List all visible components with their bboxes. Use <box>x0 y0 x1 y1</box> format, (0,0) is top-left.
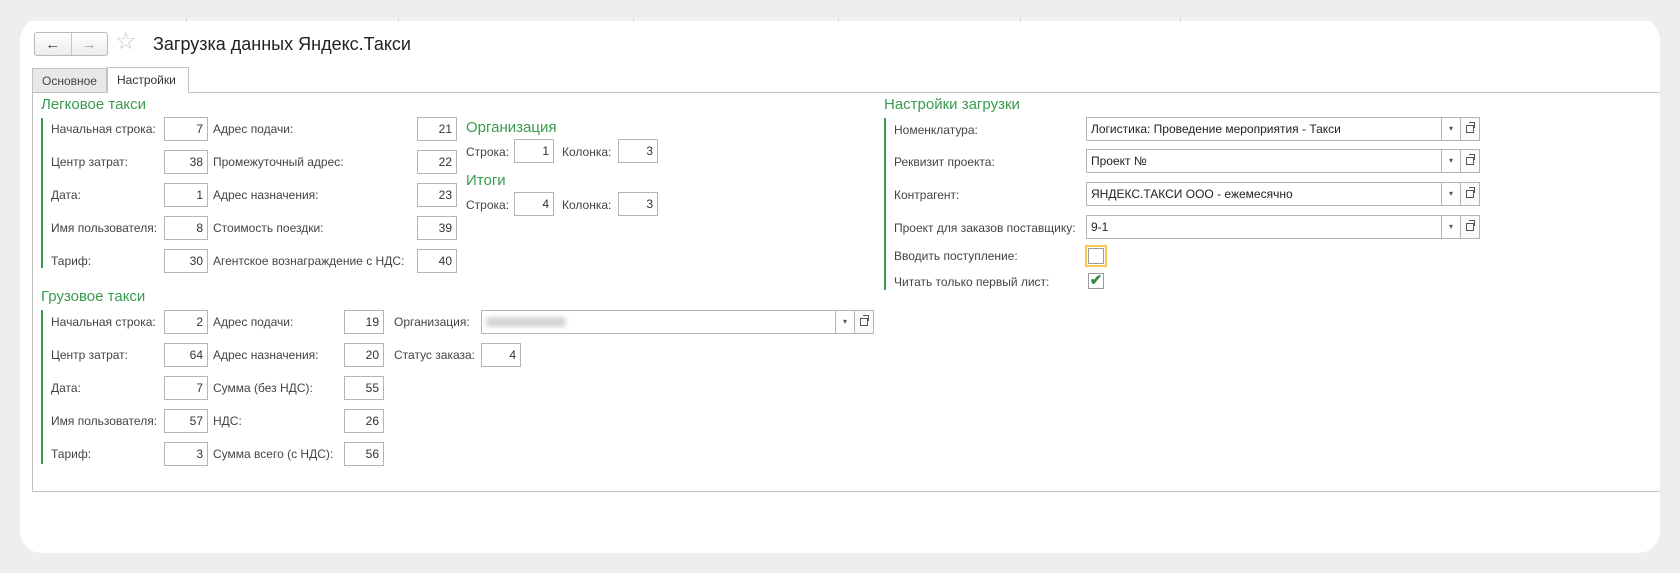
field-label: Дата: <box>51 381 81 395</box>
top-strip <box>20 18 1660 21</box>
field-label: Агентское вознаграждение с НДС: <box>213 254 405 268</box>
field-label: Стоимость поездки: <box>213 221 324 235</box>
field-label: Адрес назначения: <box>213 348 319 362</box>
field-label: Начальная строка: <box>51 122 156 136</box>
section-bar <box>884 118 886 290</box>
org-row-input[interactable]: 1 <box>514 139 554 163</box>
divider <box>186 18 187 22</box>
agent-fee-input[interactable]: 40 <box>417 249 457 273</box>
field-label: Номенклатура: <box>894 123 978 137</box>
forward-arrow-icon[interactable]: → <box>72 33 108 55</box>
open-form-icon[interactable] <box>1460 215 1480 239</box>
field-label: Вводить поступление: <box>894 249 1018 263</box>
enter-receipt-checkbox[interactable] <box>1085 245 1107 267</box>
field-label: Строка: <box>466 145 510 159</box>
destination-address-input[interactable]: 23 <box>417 183 457 207</box>
field-label: Промежуточный адрес: <box>213 155 344 169</box>
divider <box>398 18 399 22</box>
trip-cost-input[interactable]: 39 <box>417 216 457 240</box>
divider <box>1020 18 1021 22</box>
section-bar <box>41 118 43 268</box>
field-label: Центр затрат: <box>51 348 129 362</box>
tab-settings[interactable]: Настройки <box>107 67 189 93</box>
field-label: Сумма всего (с НДС): <box>213 447 334 461</box>
open-form-icon[interactable] <box>854 310 874 334</box>
section-title-totals: Итоги <box>466 172 506 189</box>
field-label: Адрес подачи: <box>213 315 294 329</box>
cargo-tariff-input[interactable]: 3 <box>164 442 208 466</box>
dropdown-arrow-icon[interactable]: ▾ <box>1441 149 1461 173</box>
cargo-amount-no-vat-input[interactable]: 55 <box>344 376 384 400</box>
field-label: Начальная строка: <box>51 315 156 329</box>
field-label: Адрес подачи: <box>213 122 294 136</box>
field-label: Имя пользователя: <box>51 221 158 235</box>
field-label: Тариф: <box>51 447 92 461</box>
cost-center-input[interactable]: 38 <box>164 150 208 174</box>
date-input[interactable]: 1 <box>164 183 208 207</box>
open-form-icon[interactable] <box>1460 149 1480 173</box>
field-label: Строка: <box>466 198 510 212</box>
tariff-input[interactable]: 30 <box>164 249 208 273</box>
counterparty-select[interactable]: ЯНДЕКС.ТАКСИ ООО - ежемесячно <box>1086 182 1443 206</box>
section-title-passenger: Легковое такси <box>41 96 147 113</box>
cargo-pickup-address-input[interactable]: 19 <box>344 310 384 334</box>
nomenclature-select[interactable]: Логистика: Проведение мероприятия - Такс… <box>1086 117 1443 141</box>
dropdown-arrow-icon[interactable]: ▾ <box>835 310 855 334</box>
field-label: Колонка: <box>562 145 612 159</box>
totals-column-input[interactable]: 3 <box>618 192 658 216</box>
intermediate-address-input[interactable]: 22 <box>417 150 457 174</box>
redacted-value <box>486 317 566 327</box>
field-label: НДС: <box>213 414 242 428</box>
window-title: Загрузка данных Яндекс.Такси <box>153 34 411 54</box>
org-column-input[interactable]: 3 <box>618 139 658 163</box>
divider <box>633 18 634 22</box>
divider <box>1180 18 1181 22</box>
field-label: Реквизит проекта: <box>894 155 995 169</box>
cargo-destination-address-input[interactable]: 20 <box>344 343 384 367</box>
field-label: Сумма (без НДС): <box>213 381 313 395</box>
cargo-vat-input[interactable]: 26 <box>344 409 384 433</box>
first-sheet-only-checkbox[interactable]: ✔ <box>1088 273 1104 289</box>
field-label: Статус заказа: <box>394 348 476 362</box>
divider <box>838 18 839 22</box>
back-arrow-icon[interactable]: ← <box>35 33 72 55</box>
section-title-load-settings: Настройки загрузки <box>884 96 1020 113</box>
field-label: Тариф: <box>51 254 92 268</box>
cargo-organization-select[interactable] <box>481 310 836 334</box>
favorite-star-icon[interactable]: ☆ <box>115 29 137 55</box>
supplier-project-select[interactable]: 9-1 <box>1086 215 1443 239</box>
tab-main[interactable]: Основное <box>32 68 107 92</box>
open-form-icon[interactable] <box>1460 182 1480 206</box>
cargo-date-input[interactable]: 7 <box>164 376 208 400</box>
section-title-cargo: Грузовое такси <box>41 288 146 305</box>
field-label: Адрес назначения: <box>213 188 319 202</box>
section-bar <box>41 310 43 464</box>
totals-row-input[interactable]: 4 <box>514 192 554 216</box>
field-label: Колонка: <box>562 198 612 212</box>
field-label: Контрагент: <box>894 188 960 202</box>
window: ← → ☆ Загрузка данных Яндекс.Такси Основ… <box>20 18 1660 553</box>
cargo-cost-center-input[interactable]: 64 <box>164 343 208 367</box>
field-label: Имя пользователя: <box>51 414 158 428</box>
field-label: Организация: <box>394 315 470 329</box>
pickup-address-input[interactable]: 21 <box>417 117 457 141</box>
start-row-input[interactable]: 7 <box>164 117 208 141</box>
user-name-input[interactable]: 8 <box>164 216 208 240</box>
navigation-buttons: ← → <box>34 32 108 56</box>
dropdown-arrow-icon[interactable]: ▾ <box>1441 117 1461 141</box>
open-form-icon[interactable] <box>1460 117 1480 141</box>
field-label: Проект для заказов поставщику: <box>894 221 1076 235</box>
field-label: Дата: <box>51 188 81 202</box>
section-title-organization: Организация <box>466 119 557 136</box>
order-status-input[interactable]: 4 <box>481 343 521 367</box>
cargo-start-row-input[interactable]: 2 <box>164 310 208 334</box>
cargo-amount-with-vat-input[interactable]: 56 <box>344 442 384 466</box>
project-attribute-select[interactable]: Проект № <box>1086 149 1443 173</box>
dropdown-arrow-icon[interactable]: ▾ <box>1441 182 1461 206</box>
dropdown-arrow-icon[interactable]: ▾ <box>1441 215 1461 239</box>
cargo-user-name-input[interactable]: 57 <box>164 409 208 433</box>
field-label: Читать только первый лист: <box>894 275 1050 289</box>
field-label: Центр затрат: <box>51 155 129 169</box>
